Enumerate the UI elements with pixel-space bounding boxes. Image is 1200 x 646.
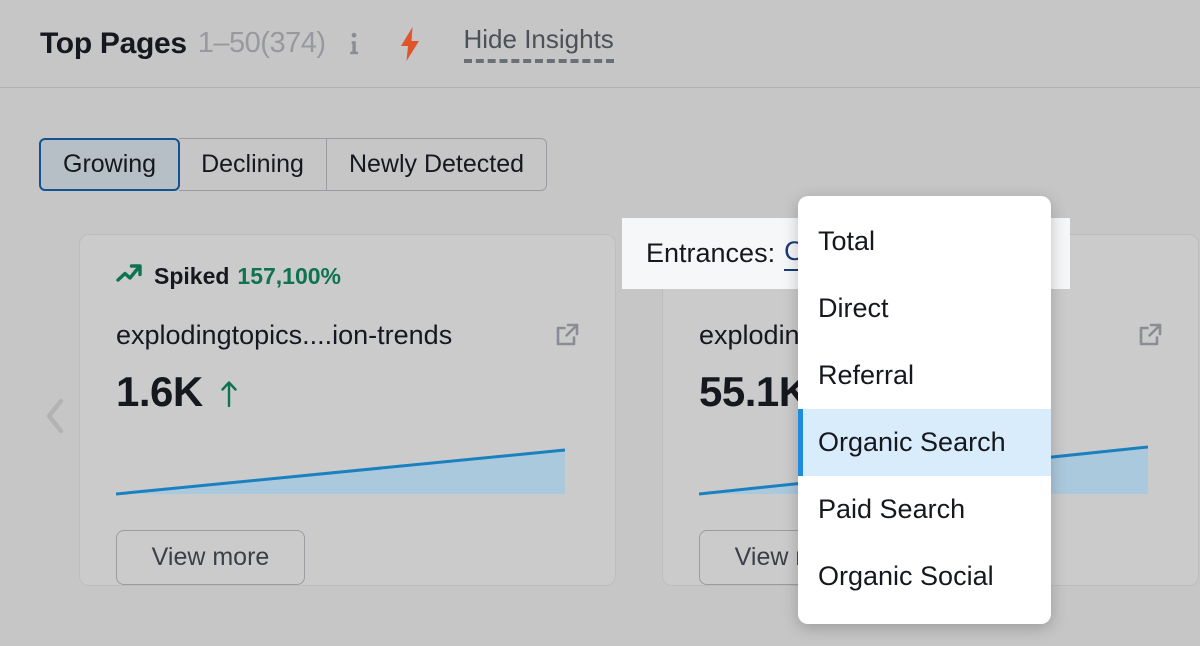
- filters-row: Growing Declining Newly Detected Entranc…: [0, 88, 1200, 200]
- info-icon[interactable]: [346, 31, 362, 57]
- menu-item-referral[interactable]: Referral: [798, 342, 1051, 409]
- external-link-icon[interactable]: [553, 321, 581, 349]
- entrances-dropdown-menu: Total Direct Referral Organic Search Pai…: [798, 196, 1051, 624]
- card-value: 1.6K: [116, 371, 203, 413]
- tab-newly-detected[interactable]: Newly Detected: [327, 138, 547, 191]
- external-link-icon[interactable]: [1136, 321, 1164, 349]
- card-value: 55.1K: [699, 371, 809, 413]
- hide-insights-toggle[interactable]: Hide Insights: [464, 24, 614, 63]
- menu-item-direct[interactable]: Direct: [798, 275, 1051, 342]
- menu-item-total[interactable]: Total: [798, 208, 1051, 275]
- card-badge-percent: 157,100%: [237, 263, 341, 290]
- growth-filter-tabs: Growing Declining Newly Detected: [39, 138, 547, 191]
- page-title: Top Pages: [40, 27, 187, 61]
- insights-header: Top Pages 1–50(374) Hide Insights: [0, 0, 1200, 88]
- insight-card[interactable]: Spiked 157,100% explodingtopics....ion-t…: [79, 234, 616, 586]
- page-range-count: 1–50(374): [198, 27, 326, 60]
- card-badge-label: Spiked: [154, 263, 229, 290]
- card-sparkline-chart: [116, 433, 565, 507]
- card-badge: Spiked 157,100%: [116, 261, 587, 291]
- menu-item-paid-search[interactable]: Paid Search: [798, 476, 1051, 543]
- menu-item-organic-social[interactable]: Organic Social: [798, 543, 1051, 610]
- lightning-bolt-icon[interactable]: [398, 27, 422, 61]
- trending-up-arrow-icon: [116, 261, 143, 292]
- card-value-row: 1.6K: [116, 363, 587, 413]
- card-url-row: explodingtopics....ion-trends: [116, 317, 587, 353]
- tab-growing[interactable]: Growing: [39, 138, 180, 191]
- entrances-label: Entrances:: [646, 238, 775, 269]
- menu-item-organic-search[interactable]: Organic Search: [798, 409, 1051, 476]
- chevron-left-icon[interactable]: [38, 396, 72, 436]
- arrow-up-icon: [219, 379, 239, 409]
- card-url[interactable]: explodingtopics....ion-trends: [116, 320, 452, 351]
- tab-declining[interactable]: Declining: [179, 138, 327, 191]
- view-more-button[interactable]: View more: [116, 530, 305, 585]
